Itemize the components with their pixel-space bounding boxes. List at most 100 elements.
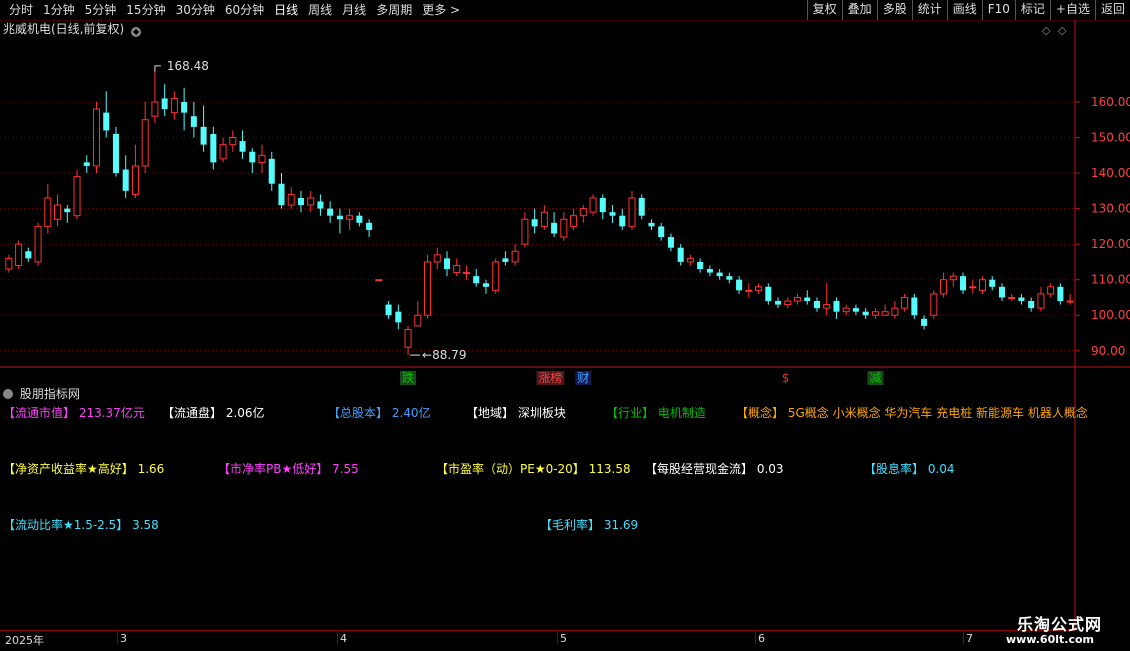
indicator-label: 【流动比率★1.5-2.5】 — [3, 518, 129, 532]
collapse-dot-icon[interactable] — [3, 389, 13, 399]
month-tick — [963, 630, 964, 644]
month-label: 5 — [560, 632, 567, 645]
indicator-value: 深圳板块 — [514, 406, 566, 420]
low-label: ←88.79 — [422, 348, 466, 362]
candle-body-57 — [560, 218, 568, 238]
candle-body-69 — [677, 247, 684, 262]
toolbar-button-1[interactable]: 叠加 — [841, 0, 877, 20]
toolbar-button-4[interactable]: 画线 — [946, 0, 982, 20]
candle-body-10 — [103, 112, 110, 131]
candle-body-108 — [1057, 286, 1064, 302]
candle-body-62 — [609, 212, 616, 216]
event-marker-1: 涨榜 — [538, 370, 562, 385]
month-label: 7 — [966, 632, 973, 645]
period-tab-10[interactable]: 更多 > — [417, 2, 465, 18]
period-tab-3[interactable]: 15分钟 — [121, 2, 170, 18]
candle-body-32 — [317, 201, 324, 209]
candle-body-92 — [901, 296, 909, 309]
candle-body-103 — [1008, 296, 1016, 299]
indicator-item: 【毛利率】 31.69 — [540, 518, 638, 532]
candle-body-31 — [307, 197, 315, 206]
toolbar-button-2[interactable]: 多股 — [876, 0, 912, 20]
candle-body-43 — [424, 261, 432, 316]
indicator-item: 【总股本】 2.40亿 — [328, 406, 431, 420]
toolbar-button-8[interactable]: 返回 — [1094, 0, 1130, 20]
candle-body-79 — [775, 301, 782, 305]
toolbar-button-0[interactable]: 复权 — [806, 0, 842, 20]
month-tick — [337, 630, 338, 644]
candlestick-chart[interactable]: 90.00 100.00 110.00 120.00 130.00 140.00 150.0… — [0, 20, 1130, 630]
month-label: 6 — [758, 632, 765, 645]
candle-body-2 — [25, 251, 32, 259]
indicator-value: 113.58 — [584, 462, 631, 476]
period-tab-9[interactable]: 多周期 — [371, 2, 417, 18]
candle-body-7 — [73, 176, 81, 217]
indicator-label: 【地域】 — [466, 406, 515, 420]
y-tick-label-6: 150.00 — [1091, 131, 1130, 145]
indicator-label: 【市盈率（动）PE★0-20】 — [436, 462, 585, 476]
candle-body-47 — [462, 272, 470, 275]
toolbar-button-7[interactable]: +自选 — [1049, 0, 1095, 20]
candle-body-37 — [366, 222, 373, 230]
candle-body-55 — [540, 211, 548, 227]
period-tab-5[interactable]: 60分钟 — [220, 2, 269, 18]
candle-body-104 — [1018, 297, 1025, 302]
candle-body-14 — [141, 119, 149, 167]
indicator-item: 【概念】 5G概念 小米概念 华为汽车 充电桩 新能源车 机器人概念 — [736, 406, 1088, 420]
indicator-label: 【净资产收益率★高好】 — [3, 462, 134, 476]
period-tab-8[interactable]: 月线 — [337, 2, 371, 18]
candle-body-61 — [599, 197, 606, 213]
event-marker-0: 跌 — [402, 370, 414, 385]
high-arrow-0 — [154, 65, 161, 72]
period-tab-4[interactable]: 30分钟 — [171, 2, 220, 18]
candle-body-56 — [551, 222, 558, 234]
indicator-value: 电机制造 — [654, 406, 706, 420]
indicator-value: 2.06亿 — [222, 406, 265, 420]
indicator-item: 【市净率PB★低好】 7.55 — [218, 462, 359, 476]
candle-body-70 — [686, 257, 694, 263]
candle-body-9 — [92, 108, 101, 167]
indicator-value: 2.40亿 — [388, 406, 431, 420]
y-tick-label-0: 90.00 — [1091, 344, 1125, 358]
candle-body-101 — [989, 279, 996, 287]
toolbar-button-3[interactable]: 统计 — [911, 0, 947, 20]
expand-icon: ◇ — [1058, 24, 1067, 37]
period-tab-2[interactable]: 5分钟 — [80, 2, 122, 18]
month-label: 3 — [120, 632, 127, 645]
candle-body-76 — [745, 289, 753, 292]
indicator-value: 31.69 — [600, 518, 639, 532]
candle-body-3 — [34, 225, 42, 263]
candle-body-6 — [64, 208, 71, 213]
candle-body-72 — [706, 269, 713, 273]
candle-body-65 — [638, 197, 645, 216]
candle-body-84 — [823, 304, 831, 309]
high-label: 168.48 — [167, 59, 209, 73]
candle-body-80 — [784, 300, 792, 306]
candle-body-102 — [998, 286, 1005, 298]
period-tab-1[interactable]: 1分钟 — [38, 2, 80, 18]
indicator-label: 【股息率】 — [864, 462, 925, 476]
candle-body-24 — [239, 141, 246, 152]
candle-body-83 — [813, 301, 821, 309]
indicator-value: 213.37亿元 — [75, 406, 145, 420]
toolbar-button-5[interactable]: F10 — [981, 0, 1015, 20]
date-year-label: 2025年 — [5, 634, 44, 647]
candle-body-46 — [453, 264, 461, 274]
toolbar-button-6[interactable]: 标记 — [1014, 0, 1050, 20]
period-tab-7[interactable]: 周线 — [303, 2, 337, 18]
candle-body-0 — [5, 257, 13, 270]
indicator-item: 【流通市值】 213.37亿元 — [3, 406, 145, 420]
candle-body-105 — [1028, 301, 1035, 309]
candle-body-22 — [219, 144, 227, 160]
indicator-label: 【市净率PB★低好】 — [218, 462, 329, 476]
candle-body-71 — [697, 261, 704, 270]
candle-body-109 — [1066, 300, 1074, 303]
period-tab-0[interactable]: 分时 — [4, 2, 38, 18]
y-tick-label-5: 140.00 — [1091, 166, 1130, 180]
indicator-item: 【股息率】 0.04 — [864, 462, 955, 476]
indicator-panel-title: 股朋指标网 — [19, 387, 80, 401]
indicator-label: 【概念】 — [736, 406, 785, 420]
candle-body-94 — [921, 318, 928, 326]
event-marker-2: 财 — [577, 371, 589, 385]
period-tab-6[interactable]: 日线 — [269, 2, 303, 18]
